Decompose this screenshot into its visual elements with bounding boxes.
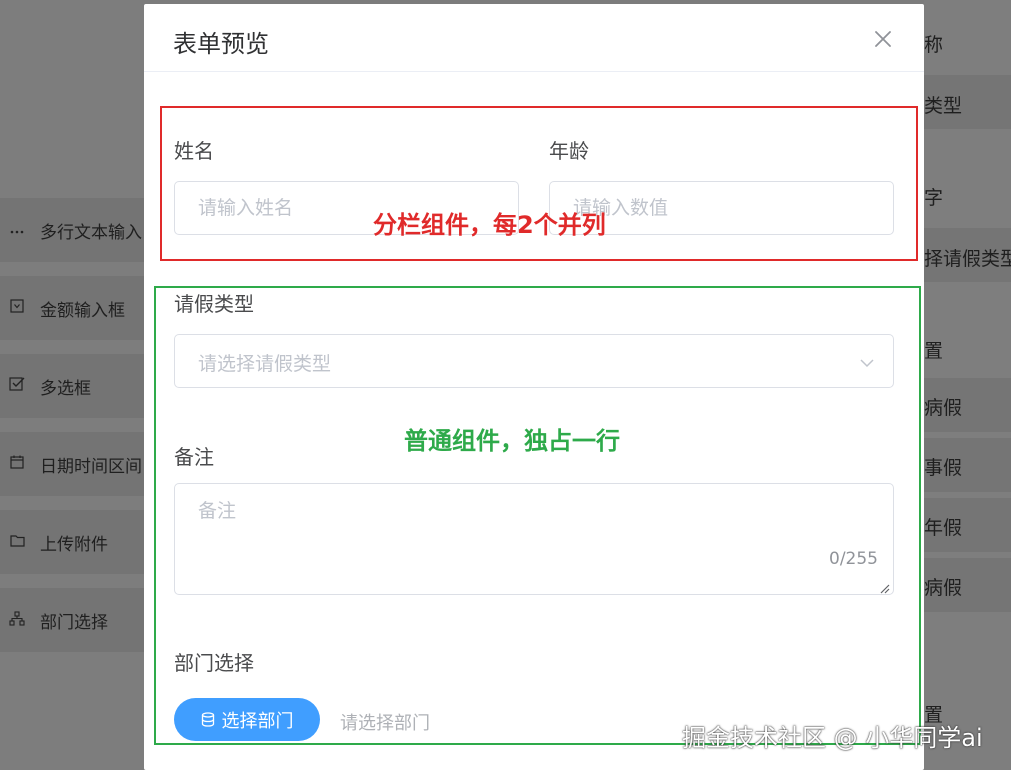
row-annotation-text: 普通组件，独占一行 xyxy=(404,427,620,455)
row-annotation-box xyxy=(154,286,921,745)
palette-item-upload[interactable]: 上传附件 xyxy=(0,510,150,574)
property-panel: 称 类型 字 择请假类型 置 病假 事假 年假 病假 置 xyxy=(924,0,1011,770)
palette-item-label: 部门选择 xyxy=(40,612,108,633)
folder-icon xyxy=(4,534,30,551)
more-icon xyxy=(4,222,30,238)
palette-item-department[interactable]: 部门选择 xyxy=(0,588,150,652)
palette-item-textarea[interactable]: 多行文本输入 xyxy=(0,198,150,262)
close-icon[interactable] xyxy=(872,28,894,50)
palette-item-label: 上传附件 xyxy=(40,534,108,555)
option-value: 事假 xyxy=(924,457,963,479)
columns-annotation-text: 分栏组件，每2个并列 xyxy=(373,211,606,239)
palette-item-checkbox[interactable]: 多选框 xyxy=(0,354,150,418)
currency-icon xyxy=(4,299,30,317)
property-value: 类型 xyxy=(924,95,963,117)
property-label: 置 xyxy=(924,340,944,362)
dialog-header: 表单预览 xyxy=(144,4,924,72)
watermark: 掘金技术社区 @ 小华同学ai xyxy=(682,724,983,752)
dialog-title: 表单预览 xyxy=(173,30,269,58)
calendar-icon xyxy=(4,455,30,473)
property-value: 择请假类型 xyxy=(924,248,1011,270)
property-label: 字 xyxy=(924,187,944,209)
option-value: 年假 xyxy=(924,517,963,539)
component-palette: 多行文本输入 金额输入框 多选框 日期时间区间 上传附件 部门选择 xyxy=(0,0,150,770)
property-label: 称 xyxy=(924,34,944,56)
palette-item-label: 多选框 xyxy=(40,378,91,399)
option-value: 病假 xyxy=(924,577,963,599)
checkbox-icon xyxy=(4,376,30,396)
palette-item-money[interactable]: 金额输入框 xyxy=(0,276,150,340)
palette-item-label: 日期时间区间 xyxy=(40,456,142,477)
org-tree-icon xyxy=(4,610,30,630)
palette-item-daterange[interactable]: 日期时间区间 xyxy=(0,432,150,496)
option-value: 病假 xyxy=(924,397,963,419)
palette-item-label: 多行文本输入 xyxy=(40,222,142,243)
palette-item-label: 金额输入框 xyxy=(40,300,125,321)
